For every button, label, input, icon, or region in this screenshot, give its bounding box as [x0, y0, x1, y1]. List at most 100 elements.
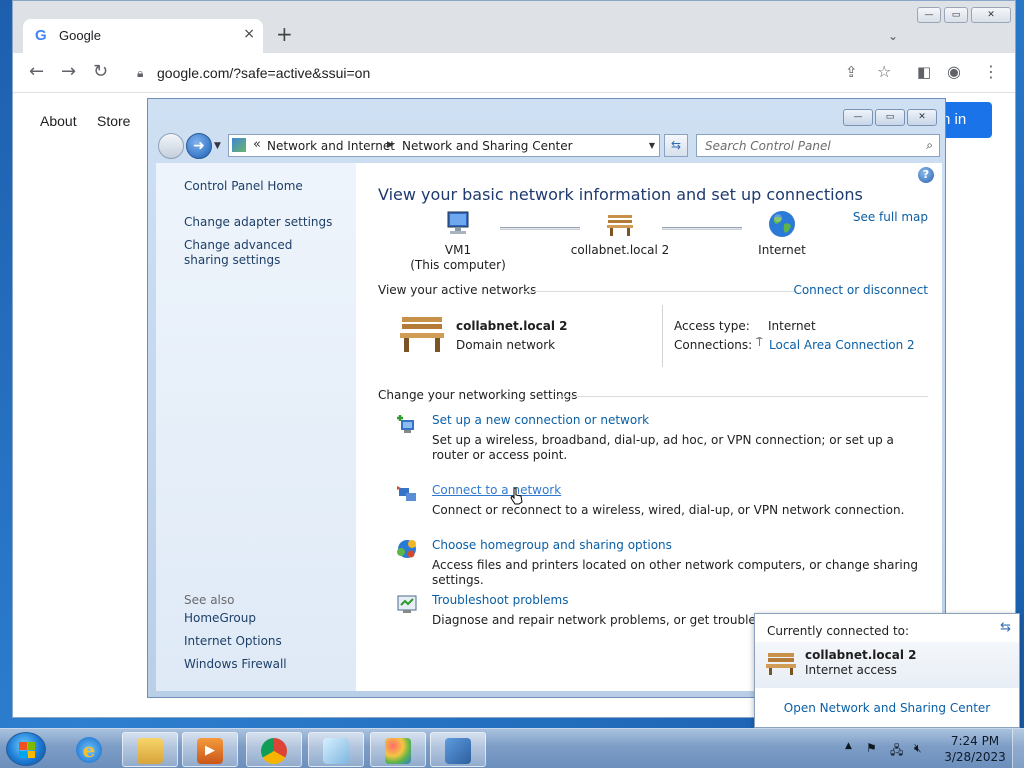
- forward-arrow-icon[interactable]: →: [61, 63, 76, 81]
- show-hidden-icons-icon[interactable]: ▲: [845, 741, 852, 751]
- taskbar-notepad[interactable]: [308, 732, 364, 767]
- windows-firewall-link[interactable]: Windows Firewall: [184, 657, 287, 672]
- search-control-panel-input[interactable]: Search Control Panel ⌕: [696, 134, 940, 157]
- show-desktop-button[interactable]: [1012, 729, 1024, 768]
- change-advanced-sharing-link[interactable]: Change advanced sharing settings: [184, 238, 334, 268]
- tab-google[interactable]: G Google ×: [23, 19, 263, 53]
- globe-icon: [769, 211, 795, 237]
- cp-minimize-button[interactable]: —: [843, 109, 873, 126]
- access-type-label: Access type:: [674, 319, 750, 333]
- internet-options-link[interactable]: Internet Options: [184, 634, 282, 649]
- control-panel-home-link[interactable]: Control Panel Home: [184, 179, 303, 194]
- clock[interactable]: 7:24 PM 3/28/2023: [940, 733, 1010, 765]
- breadcrumb-arrow-icon[interactable]: ▶: [387, 140, 394, 150]
- paint-icon: [385, 738, 411, 764]
- troubleshoot-link[interactable]: Troubleshoot problems: [432, 593, 568, 607]
- change-adapter-link[interactable]: Change adapter settings: [184, 215, 332, 230]
- map-computer-sub: (This computer): [410, 258, 506, 272]
- homegroup-sharing-desc: Access files and printers located on oth…: [432, 558, 918, 587]
- ethernet-icon: ⍑: [756, 336, 763, 349]
- restore-button[interactable]: ▭: [944, 7, 968, 23]
- domain-network-bench-icon[interactable]: [398, 313, 446, 355]
- connect-disconnect-link[interactable]: Connect or disconnect: [793, 283, 928, 297]
- minimize-button[interactable]: —: [917, 7, 941, 23]
- taskbar: e ▶ ▲ ⚑ 🖧︎ 🔇︎ 7:24 PM 3/28/2023: [0, 728, 1024, 768]
- connections-label: Connections:: [674, 338, 753, 352]
- recent-pages-chevron-icon[interactable]: ▼: [214, 141, 221, 151]
- forward-button[interactable]: ➜: [186, 133, 212, 159]
- map-internet-name: Internet: [758, 243, 806, 257]
- search-icon[interactable]: ⌕: [926, 138, 933, 153]
- breadcrumb-network-internet[interactable]: Network and Internet: [267, 139, 395, 153]
- cp-address-bar[interactable]: « Network and Internet ▶ Network and Sha…: [228, 134, 660, 157]
- address-dropdown-icon[interactable]: ▼: [649, 141, 655, 150]
- taskbar-chrome[interactable]: [246, 732, 302, 767]
- page-title: View your basic network information and …: [378, 185, 863, 204]
- taskbar-media-player[interactable]: ▶: [182, 732, 238, 767]
- url-text[interactable]: google.com/?safe=active&ssui=on: [157, 65, 370, 81]
- clock-time: 7:24 PM: [950, 734, 1000, 748]
- map-computer[interactable]: VM1 (This computer): [398, 209, 518, 273]
- cp-close-button[interactable]: ✕: [907, 109, 937, 126]
- network-tray-icon[interactable]: 🖧︎: [890, 741, 903, 762]
- profile-avatar-icon[interactable]: ◉: [947, 63, 961, 81]
- control-panel-icon: [445, 738, 471, 764]
- share-icon[interactable]: ⇪: [845, 63, 858, 81]
- bookmark-star-icon[interactable]: ☆: [877, 63, 891, 81]
- search-placeholder: Search Control Panel: [705, 139, 831, 153]
- tab-close-icon[interactable]: ×: [243, 26, 255, 42]
- map-internet[interactable]: Internet: [722, 209, 842, 258]
- back-button[interactable]: [158, 133, 184, 159]
- network-status-popup: Currently connected to: ⇆ collabnet.loca…: [754, 613, 1020, 728]
- taskbar-ie[interactable]: e: [62, 732, 118, 767]
- chrome-toolbar: ← → ↻ 🔒︎ google.com/?safe=active&ssui=on…: [13, 53, 1015, 93]
- local-area-connection-link[interactable]: Local Area Connection 2: [769, 338, 915, 352]
- folder-icon: [137, 738, 163, 764]
- breadcrumb-sharing-center[interactable]: Network and Sharing Center: [402, 139, 573, 153]
- taskbar-explorer[interactable]: [122, 732, 178, 767]
- breadcrumb-overflow[interactable]: «: [253, 137, 261, 152]
- back-arrow-icon[interactable]: ←: [29, 63, 44, 81]
- help-icon[interactable]: ?: [918, 167, 934, 183]
- reload-icon[interactable]: ↻: [93, 63, 108, 81]
- popup-refresh-icon[interactable]: ⇆: [1000, 620, 1011, 635]
- popup-network-entry[interactable]: collabnet.local 2 Internet access: [755, 642, 1019, 688]
- active-network-type[interactable]: Domain network: [456, 338, 555, 352]
- taskbar-paint[interactable]: [370, 732, 426, 767]
- close-window-button[interactable]: ✕: [971, 7, 1011, 23]
- active-networks-header: View your active networks: [378, 283, 537, 297]
- new-tab-button[interactable]: +: [276, 24, 293, 44]
- store-link[interactable]: Store: [97, 113, 130, 129]
- menu-kebab-icon[interactable]: ⋮: [983, 63, 999, 81]
- divider: [556, 396, 928, 397]
- refresh-button[interactable]: ⇆: [664, 134, 688, 157]
- see-full-map-link[interactable]: See full map: [853, 210, 928, 224]
- connect-to-network-link[interactable]: Connect to a network: [432, 483, 561, 497]
- homegroup-sharing-link[interactable]: Choose homegroup and sharing options: [432, 538, 672, 552]
- network-sharing-center-window: — ▭ ✕ ➜ ▼ « Network and Internet ▶ Netwo…: [147, 98, 946, 698]
- setup-connection-link[interactable]: Set up a new connection or network: [432, 413, 649, 427]
- connect-network-icon: [397, 486, 416, 501]
- open-sharing-center-link[interactable]: Open Network and Sharing Center: [755, 701, 1019, 715]
- troubleshoot-icon: [397, 595, 417, 613]
- taskbar-control-panel[interactable]: [430, 732, 486, 767]
- volume-muted-icon[interactable]: 🔇︎: [914, 741, 922, 756]
- action-center-flag-icon[interactable]: ⚑: [866, 741, 877, 755]
- computer-icon: [447, 211, 469, 234]
- tab-search-chevron-icon[interactable]: ⌄: [888, 29, 898, 43]
- vertical-divider: [662, 305, 663, 367]
- map-network[interactable]: collabnet.local 2: [560, 209, 680, 258]
- homegroup-link[interactable]: HomeGroup: [184, 611, 256, 626]
- start-button[interactable]: [6, 732, 46, 766]
- side-panel-icon[interactable]: ◧: [917, 63, 931, 81]
- address-bar[interactable]: 🔒︎ google.com/?safe=active&ssui=on: [125, 58, 901, 88]
- active-network-name: collabnet.local 2: [456, 319, 568, 333]
- about-link[interactable]: About: [40, 113, 77, 129]
- notepad-icon: [323, 738, 349, 764]
- control-panel-icon: [232, 138, 246, 152]
- lock-icon[interactable]: 🔒︎: [137, 66, 143, 81]
- windows-logo-icon: [19, 742, 35, 758]
- setup-connection-desc: Set up a wireless, broadband, dial-up, a…: [432, 433, 894, 462]
- popup-network-name: collabnet.local 2: [805, 648, 917, 662]
- cp-restore-button[interactable]: ▭: [875, 109, 905, 126]
